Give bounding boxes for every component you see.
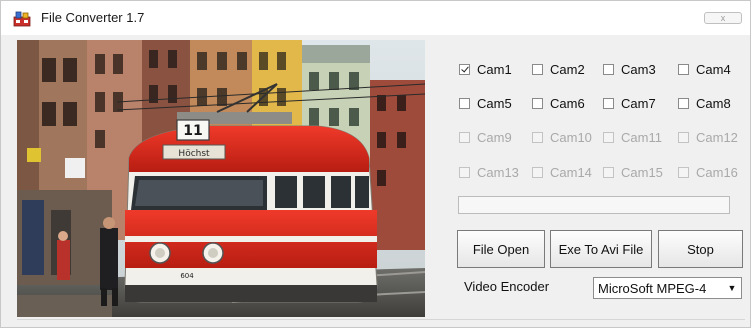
cam-label: Cam1 [477, 61, 512, 77]
checkbox-box[interactable] [532, 131, 543, 143]
checkbox-box[interactable] [532, 166, 543, 178]
checkbox-box[interactable] [459, 131, 470, 143]
street-scene-image: 11 Höchst 604 [17, 40, 425, 317]
cam-checkbox-12[interactable]: Cam12 [678, 128, 738, 146]
checkbox-box[interactable] [459, 166, 470, 178]
file-open-button[interactable]: File Open [457, 230, 545, 268]
cam-label: Cam16 [696, 164, 738, 180]
close-button[interactable]: x [704, 12, 742, 24]
cam-checkbox-14[interactable]: Cam14 [532, 163, 592, 181]
cam-label: Cam12 [696, 129, 738, 145]
cam-checkbox-3[interactable]: Cam3 [603, 60, 656, 78]
cam-label: Cam6 [550, 95, 585, 111]
cam-checkbox-15[interactable]: Cam15 [603, 163, 663, 181]
cam-label: Cam15 [621, 164, 663, 180]
video-preview: 11 Höchst 604 [17, 40, 425, 317]
tram-fleet-number: 604 [180, 272, 194, 280]
cam-checkbox-5[interactable]: Cam5 [459, 94, 512, 112]
cam-checkbox-2[interactable]: Cam2 [532, 60, 585, 78]
video-encoder-select[interactable]: MicroSoft MPEG-4 ▼ [593, 277, 742, 299]
checkbox-box[interactable] [603, 131, 614, 143]
checkbox-box[interactable] [532, 63, 543, 75]
cam-label: Cam7 [621, 95, 656, 111]
cam-label: Cam4 [696, 61, 731, 77]
checkbox-box[interactable] [459, 63, 470, 75]
checkbox-box[interactable] [603, 166, 614, 178]
cam-label: Cam3 [621, 61, 656, 77]
cam-label: Cam11 [621, 129, 662, 145]
cam-checkbox-1[interactable]: Cam1 [459, 60, 512, 78]
checkbox-box[interactable] [603, 97, 614, 109]
video-encoder-label: Video Encoder [464, 279, 550, 294]
close-icon: x [720, 12, 726, 23]
cam-checkbox-8[interactable]: Cam8 [678, 94, 731, 112]
checkbox-box[interactable] [678, 63, 689, 75]
stop-button[interactable]: Stop [658, 230, 743, 268]
cam-label: Cam9 [477, 129, 512, 145]
cam-label: Cam13 [477, 164, 519, 180]
app-icon [13, 11, 31, 27]
cam-checkbox-11[interactable]: Cam11 [603, 128, 662, 146]
cam-checkbox-10[interactable]: Cam10 [532, 128, 592, 146]
window-title: File Converter 1.7 [41, 10, 145, 25]
checkbox-box[interactable] [603, 63, 614, 75]
checkbox-box[interactable] [678, 131, 689, 143]
chevron-down-icon[interactable]: ▼ [723, 278, 741, 298]
cam-checkbox-9[interactable]: Cam9 [459, 128, 512, 146]
cam-checkbox-7[interactable]: Cam7 [603, 94, 656, 112]
cam-checkbox-16[interactable]: Cam16 [678, 163, 738, 181]
checkbox-box[interactable] [678, 166, 689, 178]
title-bar[interactable]: File Converter 1.7 x [1, 1, 750, 35]
checkbox-box[interactable] [532, 97, 543, 109]
tram-destination-sign: Höchst [178, 149, 210, 159]
cam-label: Cam10 [550, 129, 592, 145]
cam-label: Cam5 [477, 95, 512, 111]
application-window: File Converter 1.7 x 11 Höchst 604 Cam1 … [0, 0, 751, 328]
conversion-progress-bar [458, 196, 730, 214]
cam-label: Cam8 [696, 95, 731, 111]
cam-checkbox-6[interactable]: Cam6 [532, 94, 585, 112]
cam-checkbox-13[interactable]: Cam13 [459, 163, 519, 181]
exe-to-avi-button[interactable]: Exe To Avi File [550, 230, 652, 268]
checkbox-box[interactable] [459, 97, 470, 109]
cam-label: Cam14 [550, 164, 592, 180]
cam-checkbox-4[interactable]: Cam4 [678, 60, 731, 78]
video-encoder-value: MicroSoft MPEG-4 [598, 281, 707, 296]
checkbox-box[interactable] [678, 97, 689, 109]
cam-label: Cam2 [550, 61, 585, 77]
tram-route-number: 11 [183, 123, 202, 139]
